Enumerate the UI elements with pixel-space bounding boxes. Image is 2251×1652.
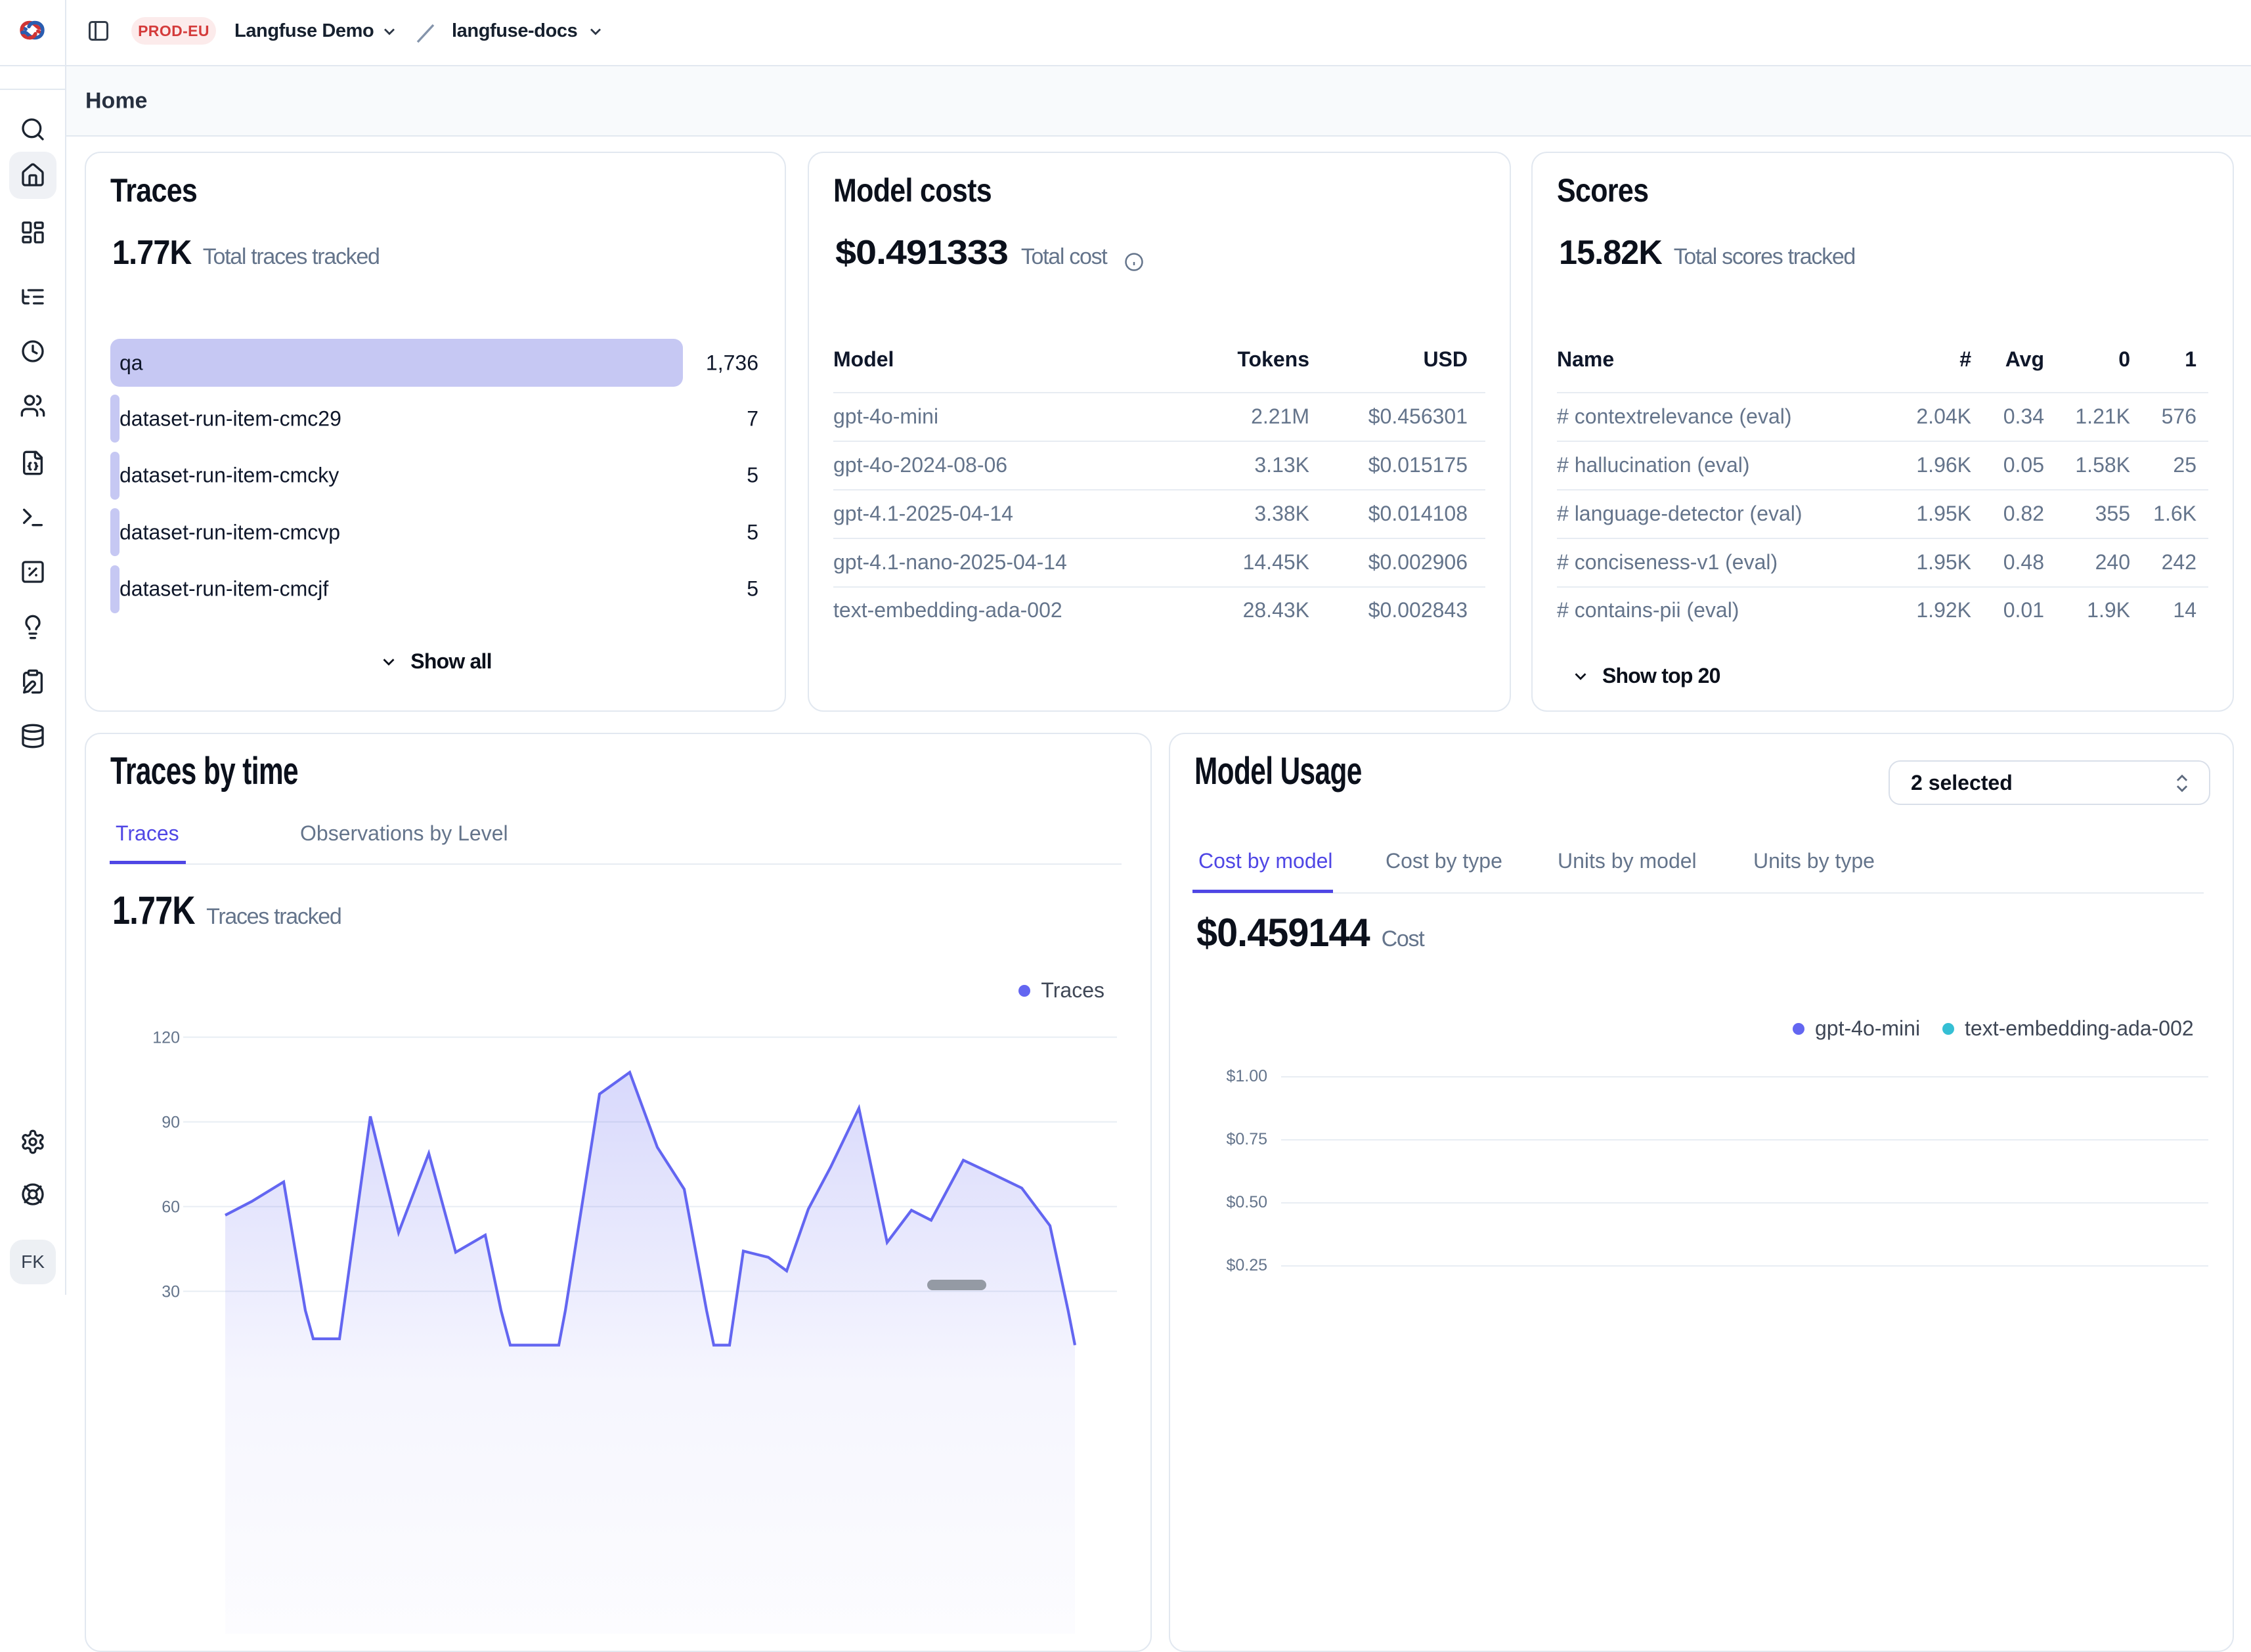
svg-text:120: 120 bbox=[152, 1029, 180, 1047]
svg-text:30: 30 bbox=[162, 1283, 180, 1301]
svg-text:60: 60 bbox=[162, 1198, 180, 1217]
svg-text:90: 90 bbox=[162, 1114, 180, 1132]
